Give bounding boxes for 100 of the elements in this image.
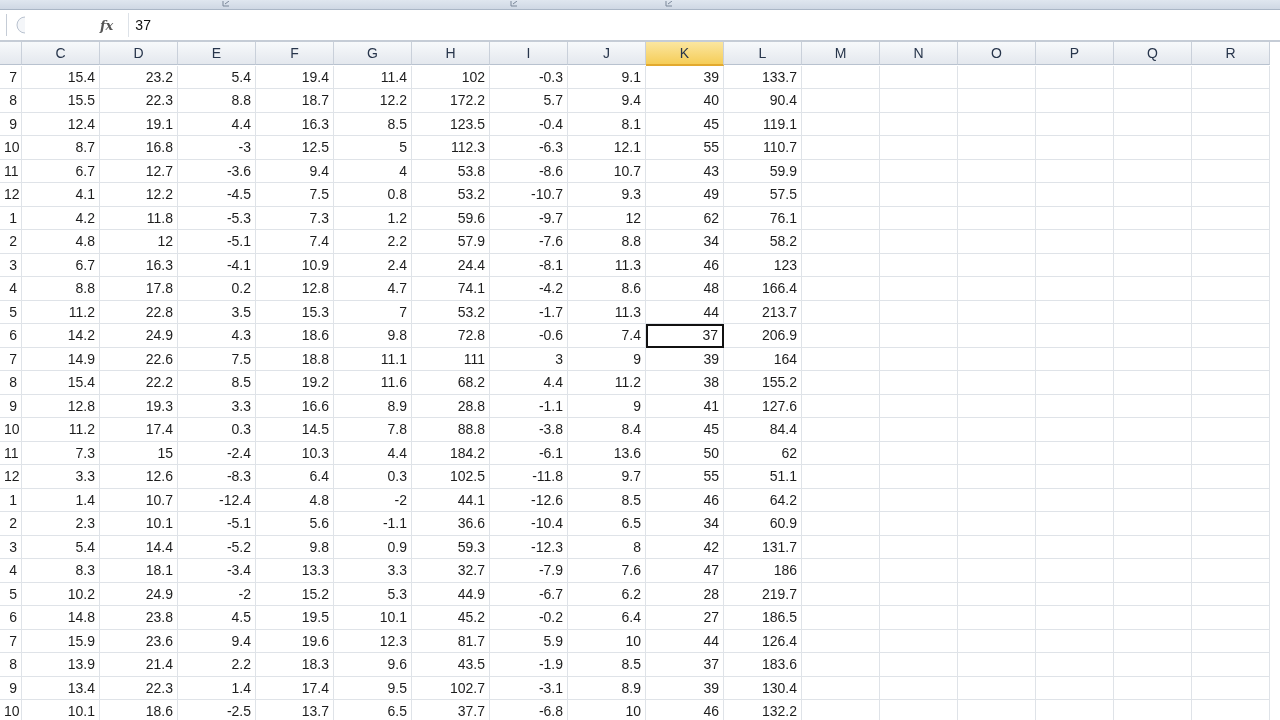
table-cell: 14.5 <box>256 418 334 442</box>
table-cell: 1 <box>0 488 22 512</box>
table-cell: 2 <box>0 230 22 254</box>
table-cell: 11.3 <box>568 253 646 277</box>
dialog-launcher-icon[interactable] <box>510 1 518 7</box>
table-cell: 8.5 <box>568 488 646 512</box>
table-cell: 19.4 <box>256 65 334 89</box>
table-cell: 59.3 <box>412 535 490 559</box>
table-cell: 4 <box>0 277 22 301</box>
table-cell: 4.4 <box>178 112 256 136</box>
table-cell: 8.1 <box>568 112 646 136</box>
table-cell: 11.2 <box>22 418 100 442</box>
table-cell: -11.8 <box>490 465 568 489</box>
table-cell: 74.1 <box>412 277 490 301</box>
table-cell: 53.2 <box>412 183 490 207</box>
table-cell: 119.1 <box>724 112 802 136</box>
table-cell: -3.8 <box>490 418 568 442</box>
table-cell: 10.7 <box>568 159 646 183</box>
table-cell: 22.6 <box>100 347 178 371</box>
table-cell: 6.5 <box>334 700 412 720</box>
table-cell: 11 <box>0 441 22 465</box>
table-cell: 2.2 <box>334 230 412 254</box>
table-cell: 11.8 <box>100 206 178 230</box>
table-cell: 19.3 <box>100 394 178 418</box>
insert-function-button[interactable]: fx <box>97 15 117 35</box>
table-cell: 12.7 <box>100 159 178 183</box>
table-cell: 60.9 <box>724 512 802 536</box>
table-cell: 62 <box>724 441 802 465</box>
table-cell: 7 <box>0 65 22 89</box>
table-cell: 44 <box>646 629 724 653</box>
table-cell: 2.4 <box>334 253 412 277</box>
column-header[interactable]: I <box>490 42 568 65</box>
column-header[interactable]: M <box>802 42 880 65</box>
table-cell: -5.1 <box>178 230 256 254</box>
table-cell: 34 <box>646 512 724 536</box>
column-header[interactable]: F <box>256 42 334 65</box>
column-header[interactable]: K <box>646 42 724 66</box>
column-header[interactable]: G <box>334 42 412 65</box>
table-cell: 13.9 <box>22 653 100 677</box>
table-cell: 18.8 <box>256 347 334 371</box>
dialog-launcher-icon[interactable] <box>222 1 230 7</box>
table-cell: 28.8 <box>412 394 490 418</box>
table-cell: 9.4 <box>568 89 646 113</box>
column-header[interactable]: C <box>22 42 100 65</box>
table-cell: 13.3 <box>256 559 334 583</box>
column-header[interactable]: Q <box>1114 42 1192 65</box>
table-cell: 15.9 <box>22 629 100 653</box>
formula-field[interactable]: 37 <box>128 13 1280 37</box>
column-header[interactable]: O <box>958 42 1036 65</box>
table-cell: 3.3 <box>22 465 100 489</box>
column-header[interactable]: L <box>724 42 802 65</box>
table-cell: 46 <box>646 253 724 277</box>
table-cell: 164 <box>724 347 802 371</box>
table-cell: 44 <box>646 300 724 324</box>
table-cell: 206.9 <box>724 324 802 348</box>
table-cell: 9.4 <box>178 629 256 653</box>
table-cell: 12.8 <box>22 394 100 418</box>
table-cell: 6.4 <box>568 606 646 630</box>
column-header[interactable]: P <box>1036 42 1114 65</box>
table-cell: 4.8 <box>22 230 100 254</box>
table-cell: 186.5 <box>724 606 802 630</box>
table-cell: 28 <box>646 582 724 606</box>
table-cell: 102 <box>412 65 490 89</box>
table-cell: 8.5 <box>178 371 256 395</box>
column-header[interactable]: H <box>412 42 490 65</box>
table-cell: 44.1 <box>412 488 490 512</box>
column-header[interactable] <box>0 42 22 65</box>
table-cell: 10.7 <box>100 488 178 512</box>
table-cell: 0.9 <box>334 535 412 559</box>
table-cell: 12.2 <box>100 183 178 207</box>
table-cell: 9.8 <box>256 535 334 559</box>
table-cell: 22.8 <box>100 300 178 324</box>
table-cell: 8.6 <box>568 277 646 301</box>
table-cell: 49 <box>646 183 724 207</box>
column-header[interactable]: J <box>568 42 646 65</box>
table-cell: 112.3 <box>412 136 490 160</box>
column-header[interactable]: E <box>178 42 256 65</box>
table-cell: 51.1 <box>724 465 802 489</box>
table-cell: -5.3 <box>178 206 256 230</box>
table-cell: -6.3 <box>490 136 568 160</box>
table-cell: 7.4 <box>256 230 334 254</box>
column-header[interactable]: N <box>880 42 958 65</box>
table-cell: 8.8 <box>568 230 646 254</box>
table-cell: 8 <box>568 535 646 559</box>
table-cell: 8.3 <box>22 559 100 583</box>
table-cell: 59.6 <box>412 206 490 230</box>
column-header[interactable]: R <box>1192 42 1270 65</box>
table-cell: 15.4 <box>22 65 100 89</box>
resize-handle-icon[interactable] <box>13 16 27 34</box>
table-cell: -3.4 <box>178 559 256 583</box>
dialog-launcher-icon[interactable] <box>665 1 673 7</box>
table-cell: -1.7 <box>490 300 568 324</box>
table-cell: 9.8 <box>334 324 412 348</box>
column-header[interactable]: D <box>100 42 178 65</box>
table-cell: 15 <box>100 441 178 465</box>
table-cell: 14.2 <box>22 324 100 348</box>
table-cell: 6.7 <box>22 253 100 277</box>
table-cell: -3 <box>178 136 256 160</box>
table-cell: 7.6 <box>568 559 646 583</box>
table-cell: -6.1 <box>490 441 568 465</box>
